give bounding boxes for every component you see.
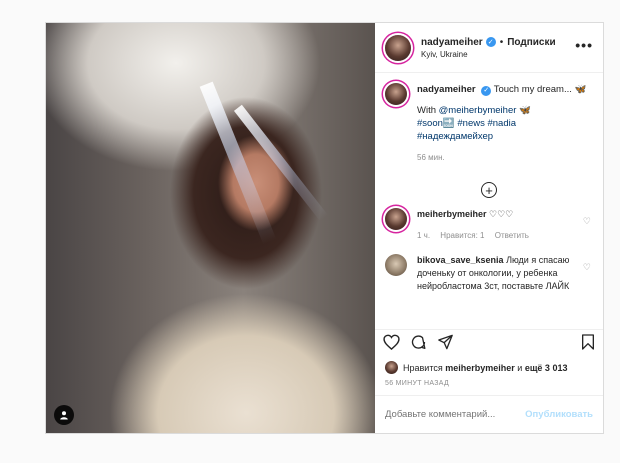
comment-like-count[interactable]: Нравится: 1	[440, 231, 484, 240]
avatar[interactable]	[385, 254, 407, 276]
avatar[interactable]	[385, 83, 407, 105]
comment-text: ♡♡♡	[489, 209, 514, 219]
comment-item: meiherbymeiher ♡♡♡ 1 ч. Нравится: 1 Отве…	[385, 208, 593, 242]
mention-link[interactable]: @meiherbymeiher	[439, 105, 517, 116]
butterfly-emoji: 🦋	[574, 84, 587, 95]
butterfly-emoji: 🦋	[519, 105, 531, 116]
load-more-comments[interactable]: +	[385, 182, 593, 198]
comment-icon[interactable]	[410, 334, 427, 355]
location-link[interactable]: Kyiv, Ukraine	[421, 50, 556, 59]
user-tag-icon[interactable]	[54, 405, 74, 425]
comment-username[interactable]: meiherbymeiher	[417, 209, 487, 219]
add-comment-bar: Опубликовать	[375, 395, 603, 433]
comments-section: nadyameiher ✓ Touch my dream... 🦋 With @…	[375, 73, 603, 329]
likes-summary: Нравится meiherbymeiher и ещё 3 013	[375, 359, 603, 374]
post-actions	[375, 329, 603, 359]
likes-prefix: Нравится	[403, 362, 443, 373]
share-icon[interactable]	[437, 334, 454, 355]
separator-dot: •	[499, 36, 504, 48]
post-modal: nadyameiher ✓ • Подписки Kyiv, Ukraine •…	[45, 22, 604, 434]
caption-text: Touch my dream...	[493, 84, 572, 95]
posted-time[interactable]: 56 МИНУТ НАЗАД	[375, 374, 603, 387]
comment-item: bikova_save_ksenia Люди я спасаю доченьк…	[385, 254, 593, 293]
verified-badge-icon: ✓	[485, 37, 496, 47]
comment-timestamp[interactable]: 1 ч.	[417, 231, 430, 240]
follow-button[interactable]: Подписки	[507, 37, 555, 48]
more-options-icon[interactable]: •••	[575, 37, 593, 53]
reply-button[interactable]: Ответить	[495, 231, 529, 240]
comment-like-icon[interactable]: ♡	[583, 262, 591, 273]
post-photo[interactable]	[46, 23, 375, 433]
likes-others-link[interactable]: ещё 3 013	[525, 363, 568, 373]
comment-input[interactable]	[385, 409, 526, 420]
post-header: nadyameiher ✓ • Подписки Kyiv, Ukraine •…	[375, 23, 603, 73]
comment-like-icon[interactable]: ♡	[583, 216, 591, 227]
bookmark-icon[interactable]	[581, 334, 595, 355]
like-icon[interactable]	[383, 334, 400, 355]
plus-circle-icon[interactable]: +	[481, 182, 497, 198]
verified-badge-icon: ✓	[481, 85, 492, 96]
hashtag-link[interactable]: #надеждамейхер	[417, 131, 493, 142]
post-sidebar: nadyameiher ✓ • Подписки Kyiv, Ukraine •…	[375, 23, 603, 433]
avatar[interactable]	[385, 361, 398, 374]
hashtag-link[interactable]: #nadia	[487, 118, 516, 129]
soon-emoji: 🔜	[442, 118, 455, 129]
caption-with: With	[417, 105, 436, 116]
avatar[interactable]	[385, 34, 411, 61]
author-username[interactable]: nadyameiher	[421, 37, 483, 48]
hashtag-link[interactable]: #news	[457, 118, 484, 129]
post-caption: nadyameiher ✓ Touch my dream... 🦋 With @…	[385, 83, 593, 164]
publish-button[interactable]: Опубликовать	[525, 409, 593, 420]
caption-username[interactable]: nadyameiher	[417, 84, 476, 95]
likes-and: и	[517, 362, 523, 373]
hashtag-link[interactable]: #soon	[417, 118, 443, 129]
caption-timestamp[interactable]: 56 мин.	[417, 151, 586, 164]
comment-username[interactable]: bikova_save_ksenia	[417, 255, 504, 265]
avatar[interactable]	[385, 208, 407, 230]
likes-user-link[interactable]: meiherbymeiher	[445, 363, 515, 373]
